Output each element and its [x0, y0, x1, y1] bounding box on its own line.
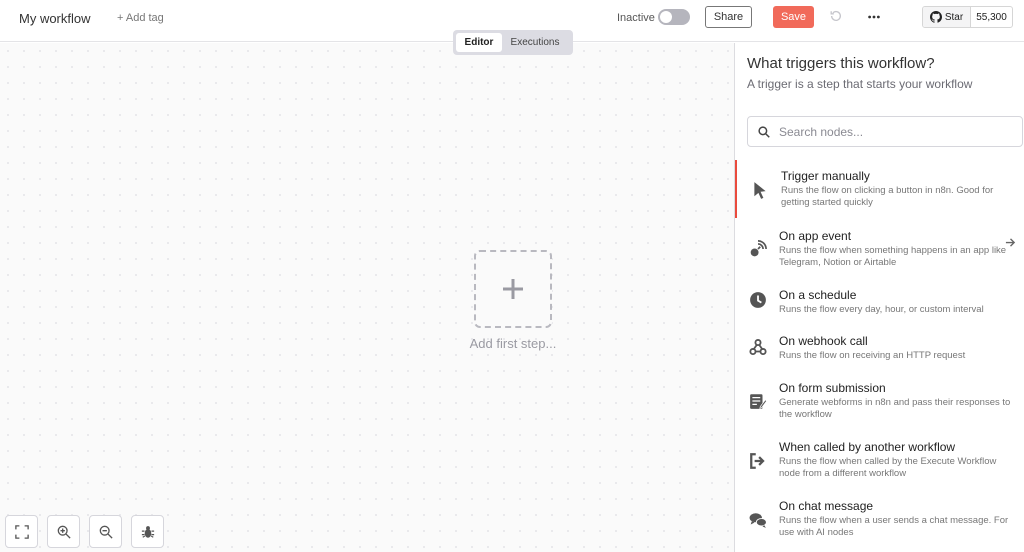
cursor-icon — [754, 182, 766, 199]
workflow-name[interactable]: My workflow — [19, 11, 91, 26]
zoom-out-button[interactable] — [89, 515, 122, 548]
workflow-status-label: Inactive — [617, 12, 655, 24]
chat-icon — [749, 513, 767, 528]
panel-title: What triggers this workflow? — [747, 55, 935, 72]
github-star[interactable]: Star — [923, 7, 971, 27]
webhook-icon — [749, 339, 767, 355]
item-description: Runs the flow every day, hour, or custom… — [779, 304, 984, 315]
item-title: On form submission — [779, 381, 886, 395]
trigger-item-webhook[interactable]: On webhook call Runs the flow on receivi… — [735, 334, 1024, 368]
plus-icon — [503, 279, 523, 299]
search-icon — [758, 125, 770, 138]
view-switcher: Editor Executions — [453, 30, 573, 55]
bug-icon — [141, 525, 154, 538]
github-icon — [929, 11, 942, 23]
item-description: Runs the flow when called by the Execute… — [779, 456, 997, 479]
tab-editor[interactable]: Editor — [456, 33, 502, 52]
add-first-step-button[interactable] — [474, 250, 552, 328]
zoom-in-icon — [57, 525, 71, 539]
github-star-button[interactable]: Star 55,300 — [922, 6, 1013, 28]
item-title: Trigger manually — [781, 169, 870, 183]
history-icon[interactable] — [829, 9, 843, 23]
clock-icon — [750, 292, 766, 308]
trigger-item-app-event[interactable]: On app event Runs the flow when somethin… — [735, 229, 1024, 279]
github-star-label: Star — [944, 11, 964, 23]
active-toggle[interactable] — [658, 9, 690, 25]
item-title: On app event — [779, 229, 852, 243]
trigger-panel: What triggers this workflow? A trigger i… — [734, 43, 1024, 552]
zoom-in-button[interactable] — [47, 515, 80, 548]
sign-in-icon — [750, 453, 765, 469]
arrow-right-icon — [1005, 238, 1016, 247]
save-button[interactable]: Save — [773, 6, 814, 28]
trigger-item-form[interactable]: On form submission Generate webforms in … — [735, 381, 1024, 425]
add-tag-link[interactable]: + Add tag — [117, 12, 164, 24]
trigger-item-chat[interactable]: On chat message Runs the flow when a use… — [735, 499, 1024, 543]
item-title: On webhook call — [779, 334, 868, 348]
trigger-item-manual[interactable]: Trigger manually Runs the flow on clicki… — [735, 160, 1024, 218]
share-button[interactable]: Share — [705, 6, 752, 28]
search-input[interactable] — [779, 124, 1009, 139]
node-search[interactable] — [747, 116, 1023, 147]
item-description: Generate webforms in n8n and pass their … — [779, 397, 1011, 420]
zoom-to-fit-button[interactable] — [5, 515, 38, 548]
trigger-item-sub-workflow[interactable]: When called by another workflow Runs the… — [735, 440, 1024, 484]
form-icon — [750, 394, 767, 409]
fit-view-icon — [14, 524, 29, 539]
workflow-canvas[interactable]: Add first step... — [0, 43, 734, 552]
panel-subtitle: A trigger is a step that starts your wor… — [747, 77, 973, 91]
item-title: When called by another workflow — [779, 440, 956, 454]
add-first-step-label: Add first step... — [469, 336, 557, 351]
trigger-item-schedule[interactable]: On a schedule Runs the flow every day, h… — [735, 288, 1024, 322]
item-description: Runs the flow when a user sends a chat m… — [779, 515, 1009, 538]
item-description: Runs the flow on clicking a button in n8… — [781, 185, 994, 208]
item-description: Runs the flow when something happens in … — [779, 245, 1007, 268]
debug-button[interactable] — [131, 515, 164, 548]
more-options-icon[interactable] — [867, 10, 881, 24]
satellite-icon — [750, 240, 767, 257]
toggle-knob — [660, 11, 672, 23]
item-description: Runs the flow on receiving an HTTP reque… — [779, 350, 966, 361]
tab-executions[interactable]: Executions — [502, 33, 568, 52]
item-title: On a schedule — [779, 288, 857, 302]
item-title: On chat message — [779, 499, 874, 513]
zoom-out-icon — [99, 525, 113, 539]
github-star-count: 55,300 — [976, 11, 1007, 23]
